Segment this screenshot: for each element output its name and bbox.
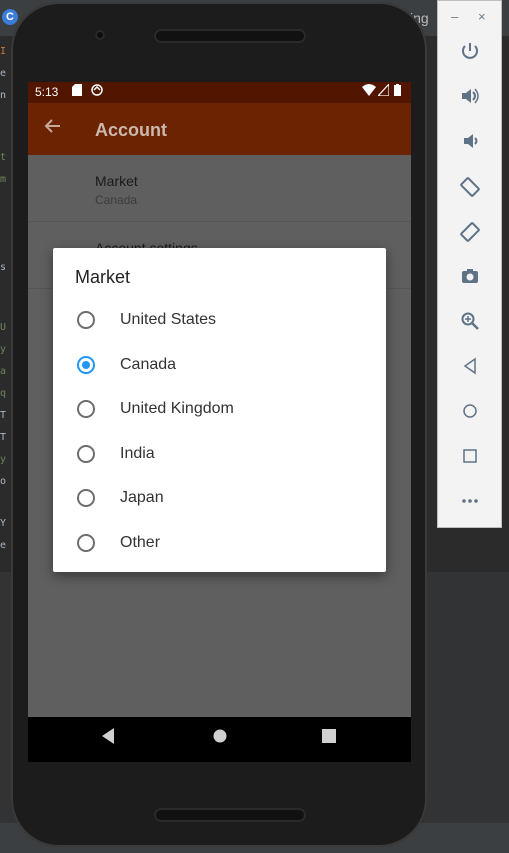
nav-back-icon[interactable] xyxy=(100,727,116,750)
radio-button[interactable] xyxy=(77,445,95,463)
dialog-title: Market xyxy=(75,267,131,287)
wifi-icon xyxy=(362,84,376,99)
sd-card-icon xyxy=(72,84,82,99)
option-india[interactable]: India xyxy=(53,434,386,478)
option-label: Canada xyxy=(120,356,177,373)
more-icon[interactable] xyxy=(458,491,482,515)
radio-dot xyxy=(82,361,90,369)
zoom-icon[interactable] xyxy=(458,311,482,335)
option-other[interactable]: Other xyxy=(53,523,386,567)
app-bar: Account xyxy=(28,103,411,155)
navigation-bar xyxy=(28,717,411,762)
battery-icon xyxy=(394,84,401,99)
radio-button[interactable] xyxy=(77,534,95,552)
option-japan[interactable]: Japan xyxy=(53,478,386,522)
radio-button[interactable] xyxy=(77,400,95,418)
back-arrow-icon[interactable] xyxy=(44,117,62,141)
option-label: United Kingdom xyxy=(120,400,234,417)
volume-up-icon[interactable] xyxy=(458,86,482,110)
option-label: Japan xyxy=(120,489,164,506)
market-dialog: Market United States Canada United Kingd… xyxy=(53,248,386,572)
radio-button[interactable] xyxy=(77,311,95,329)
option-label: Other xyxy=(120,534,161,551)
option-united-kingdom[interactable]: United Kingdom xyxy=(53,389,386,433)
front-camera-icon xyxy=(95,30,105,40)
app-bar-title: Account xyxy=(95,120,167,140)
preference-summary: Canada xyxy=(95,193,138,207)
option-label: India xyxy=(120,445,155,462)
signal-icon xyxy=(376,82,390,99)
sync-icon xyxy=(91,84,103,99)
nav-overview-icon[interactable] xyxy=(321,727,337,750)
preference-market[interactable]: Market Canada xyxy=(28,155,411,222)
ide-logo: C xyxy=(2,9,18,25)
rotate-right-icon[interactable] xyxy=(458,221,482,245)
status-time: 5:13 xyxy=(35,85,59,99)
window-minimize-button[interactable]: – xyxy=(451,9,458,24)
nav-home-icon[interactable] xyxy=(212,727,228,750)
preference-title: Market xyxy=(95,173,138,189)
option-united-states[interactable]: United States xyxy=(53,300,386,344)
power-icon[interactable] xyxy=(458,41,482,65)
window-close-button[interactable]: × xyxy=(478,9,486,24)
option-label: United States xyxy=(120,311,217,328)
emulator-toolbar: – × xyxy=(437,0,502,528)
volume-down-icon[interactable] xyxy=(458,131,482,155)
back-icon[interactable] xyxy=(458,356,482,380)
top-speaker xyxy=(154,29,306,43)
bottom-speaker xyxy=(154,808,306,822)
rotate-left-icon[interactable] xyxy=(458,176,482,200)
camera-icon[interactable] xyxy=(458,266,482,290)
home-icon[interactable] xyxy=(458,401,482,425)
radio-button[interactable] xyxy=(77,489,95,507)
overview-icon[interactable] xyxy=(458,446,482,470)
status-bar: 5:13 xyxy=(28,82,411,103)
option-canada[interactable]: Canada xyxy=(53,345,386,389)
radio-button-selected[interactable] xyxy=(77,356,95,374)
